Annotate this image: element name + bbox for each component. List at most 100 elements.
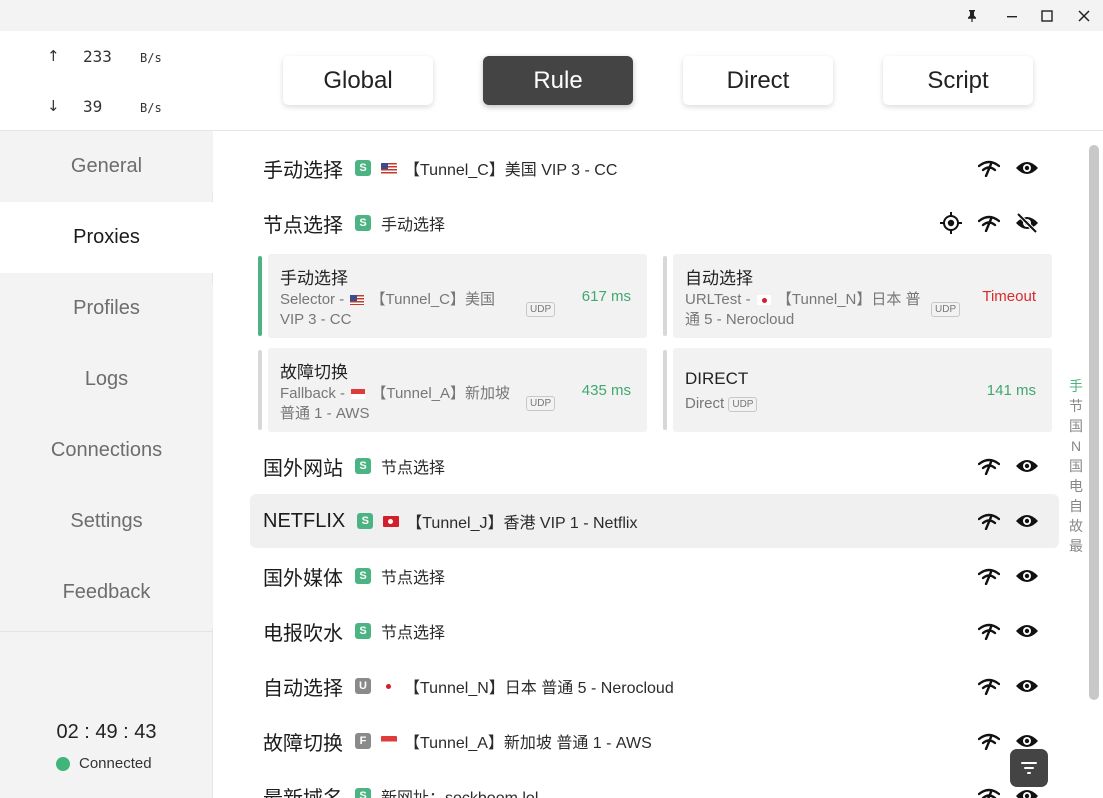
connection-dot-icon [56,756,70,771]
latency-test-icon[interactable] [977,674,1001,698]
card-delay[interactable]: Timeout [982,288,1036,305]
proxy-group-row[interactable]: 国外媒体 S 节点选择 [250,549,1059,603]
sidebar-item-feedback[interactable]: Feedback [0,557,213,628]
us-flag-icon [350,295,365,306]
proxy-group-row[interactable]: 最新域名 S 新网址：sockboom.lol [250,769,1059,798]
eye-icon[interactable] [1015,156,1039,180]
card-name: 自动选择 [685,269,753,288]
maximize-icon[interactable] [1029,0,1065,31]
jp-flag-icon [381,680,397,692]
proxy-group-row[interactable]: 节点选择 S 手动选择 [250,196,1059,250]
group-name: NETFLIX [263,509,346,532]
card-subtitle: Direct UDP [685,394,925,414]
download-arrow-icon: ↓ [47,97,60,115]
proxy-group-row[interactable]: NETFLIX S 【Tunnel_J】香港 VIP 1 - Netflix [250,494,1059,548]
group-name: 国外媒体 [263,567,343,590]
card-name: 手动选择 [280,269,348,288]
sidebar-item-proxies[interactable]: Proxies [0,202,213,273]
proxy-card[interactable]: 故障切换 Fallback - 【Tunnel_A】新加坡 普通 1 - AWS… [258,348,647,432]
eye-icon[interactable] [1015,674,1039,698]
group-type-badge: F [355,733,371,749]
eye-icon[interactable] [1015,619,1039,643]
quick-index-item[interactable]: 国 [1066,416,1086,436]
group-name: 故障切换 [263,732,343,755]
quick-index-item[interactable]: 节 [1066,396,1086,416]
proxy-card[interactable]: DIRECT Direct UDP 141 ms [663,348,1052,432]
card-name: DIRECT [685,369,749,388]
group-quick-index: 手节国N国电自故最 [1066,376,1086,556]
latency-test-icon[interactable] [977,729,1001,753]
group-actions [963,604,1039,658]
sidebar-item-profiles[interactable]: Profiles [0,273,213,344]
group-type-badge: U [355,678,371,694]
latency-test-icon[interactable] [977,156,1001,180]
proxy-group-row[interactable]: 国外网站 S 节点选择 [250,439,1059,493]
sidebar: ↑ 233 B/s ↓ 39 B/s General Proxies Profi… [0,31,213,798]
download-value: 39 [83,97,103,116]
pin-icon[interactable] [954,0,990,31]
eye-off-icon[interactable] [1015,211,1039,235]
group-type-badge: S [355,215,371,231]
group-type-badge: S [355,458,371,474]
sg-flag-icon [351,389,366,400]
card-delay[interactable]: 617 ms [582,288,631,305]
connection-label: Connected [79,755,152,772]
latency-test-icon[interactable] [977,619,1001,643]
group-name: 最新域名 [263,782,343,798]
mode-direct-button[interactable]: Direct [683,56,833,105]
group-type-badge: S [355,788,371,798]
us-flag-icon [381,162,397,174]
eye-icon[interactable] [1015,509,1039,533]
proxy-group-row[interactable]: 电报吹水 S 节点选择 [250,604,1059,658]
proxy-card[interactable]: 自动选择 URLTest - 【Tunnel_N】日本 普通 5 - Neroc… [663,254,1052,338]
scrollbar-thumb[interactable] [1089,145,1099,700]
group-selected-proxy: 【Tunnel_J】香港 VIP 1 - Netflix [406,515,638,532]
mode-rule-button[interactable]: Rule [483,56,633,105]
sidebar-item-general[interactable]: General [0,131,213,202]
filter-icon [1021,762,1037,774]
quick-index-item[interactable]: 手 [1066,376,1086,396]
sidebar-item-logs[interactable]: Logs [0,344,213,415]
latency-test-icon[interactable] [977,784,1001,798]
upload-value: 233 [83,47,112,66]
latency-test-icon[interactable] [977,454,1001,478]
group-type-badge: S [355,623,371,639]
proxy-group-row[interactable]: 故障切换 F 【Tunnel_A】新加坡 普通 1 - AWS [250,714,1059,768]
proxy-group-row[interactable]: 手动选择 S 【Tunnel_C】美国 VIP 3 - CC [250,141,1059,195]
group-type-badge: S [355,160,371,176]
upload-arrow-icon: ↑ [47,47,60,65]
sidebar-nav: General Proxies Profiles Logs Connection… [0,131,213,628]
group-name: 节点选择 [263,214,343,237]
mode-script-button[interactable]: Script [883,56,1033,105]
hk-flag-icon [383,515,400,527]
quick-index-item[interactable]: N [1066,436,1086,456]
group-selected-proxy: 节点选择 [381,570,446,587]
proxy-group-row[interactable]: 自动选择 U 【Tunnel_N】日本 普通 5 - Nerocloud [250,659,1059,713]
group-actions [963,141,1039,195]
latency-test-icon[interactable] [977,211,1001,235]
latency-test-icon[interactable] [977,564,1001,588]
udp-badge: UDP [728,396,758,412]
minimize-icon[interactable] [994,0,1030,31]
filter-button[interactable] [1010,749,1048,787]
sidebar-item-connections[interactable]: Connections [0,415,213,486]
group-type-badge: S [357,513,374,529]
quick-index-item[interactable]: 最 [1066,536,1086,556]
quick-index-item[interactable]: 国 [1066,456,1086,476]
mode-global-button[interactable]: Global [283,56,433,105]
group-selected-proxy: 【Tunnel_C】美国 VIP 3 - CC [404,162,618,179]
quick-index-item[interactable]: 故 [1066,516,1086,536]
quick-index-item[interactable]: 电 [1066,476,1086,496]
eye-icon[interactable] [1015,454,1039,478]
eye-icon[interactable] [1015,564,1039,588]
proxy-card[interactable]: 手动选择 Selector - 【Tunnel_C】美国 VIP 3 - CC … [258,254,647,338]
card-delay[interactable]: 435 ms [582,382,631,399]
quick-index-item[interactable]: 自 [1066,496,1086,516]
card-selected-bar [258,256,262,336]
close-icon[interactable] [1066,0,1102,31]
latency-test-icon[interactable] [977,509,1001,533]
card-delay[interactable]: 141 ms [987,382,1036,399]
sidebar-item-settings[interactable]: Settings [0,486,213,557]
locate-icon[interactable] [939,211,963,235]
group-actions [963,659,1039,713]
